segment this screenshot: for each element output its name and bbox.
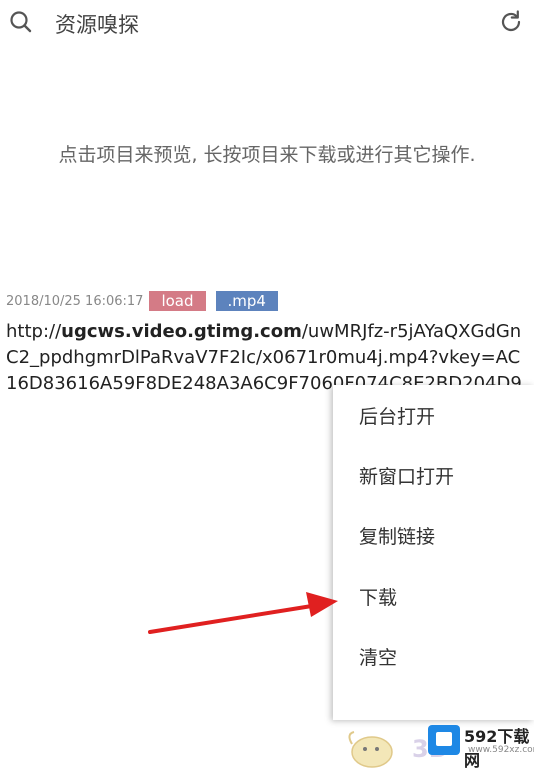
context-menu: 后台打开 新窗口打开 复制链接 下载 清空	[333, 385, 534, 720]
mascot-watermark-icon	[348, 731, 393, 768]
url-prefix: http://	[6, 321, 62, 342]
top-bar: 资源嗅探	[0, 0, 534, 48]
instruction-hint: 点击项目来预览, 长按项目来下载或进行其它操作.	[58, 144, 476, 166]
menu-item-download[interactable]: 下载	[359, 582, 397, 614]
search-icon[interactable]	[8, 9, 34, 35]
resource-timestamp: 2018/10/25 16:06:17	[6, 293, 144, 309]
resource-list-item[interactable]: 2018/10/25 16:06:17 load .mp4 http://ugc…	[6, 291, 526, 397]
menu-item-clear[interactable]: 清空	[359, 642, 397, 674]
menu-item-open-background[interactable]: 后台打开	[359, 401, 435, 433]
load-tag: load	[149, 291, 206, 311]
menu-item-open-new-window[interactable]: 新窗口打开	[359, 461, 454, 493]
resource-meta: 2018/10/25 16:06:17 load .mp4	[6, 291, 526, 311]
menu-item-copy-link[interactable]: 复制链接	[359, 521, 435, 553]
refresh-icon[interactable]	[498, 9, 524, 35]
site-url: www.592xz.com	[468, 745, 534, 755]
url-host: ugcws.video.gtimg.com	[61, 321, 302, 342]
site-logo-icon	[428, 725, 460, 755]
file-ext-tag: .mp4	[215, 291, 278, 311]
site-watermark: 592下载网 www.592xz.com	[428, 721, 534, 770]
page-title: 资源嗅探	[55, 13, 139, 37]
